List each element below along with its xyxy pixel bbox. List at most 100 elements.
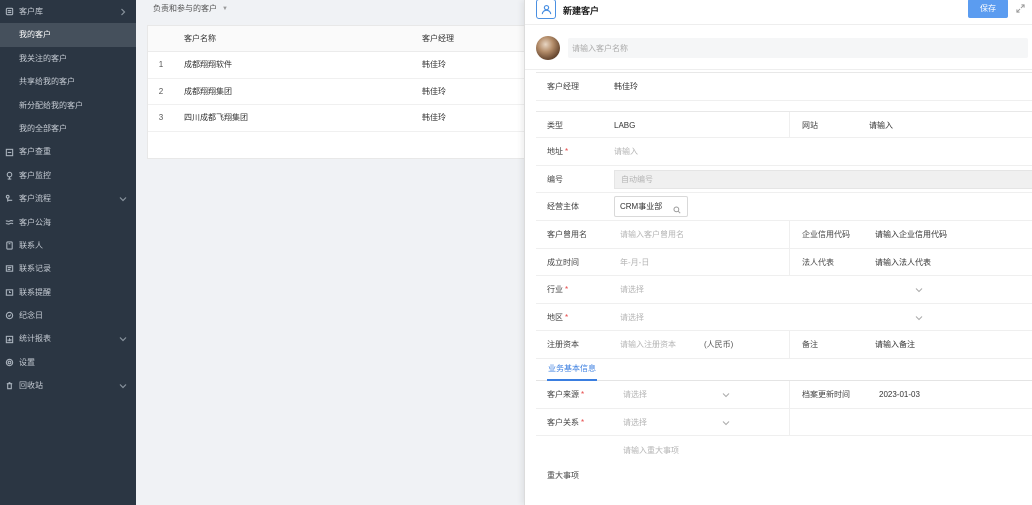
sidebar-item-sub-5[interactable]: 我的全部客户 bbox=[0, 117, 136, 140]
archive-time-value[interactable]: 2023-01-03 bbox=[879, 381, 920, 408]
divider bbox=[789, 380, 790, 408]
org-selector[interactable]: CRM事业部 bbox=[614, 196, 688, 218]
filter-label: 负责和参与的客户 bbox=[153, 4, 217, 13]
number-label: 编号 bbox=[547, 174, 563, 184]
sidebar-item-recycle-bin[interactable]: 回收站 bbox=[0, 374, 136, 397]
region-label-text: 地区 bbox=[547, 312, 563, 322]
chevron-right-icon[interactable] bbox=[118, 0, 128, 23]
table-row[interactable]: 1 成都翔翔软件 韩佳玲 bbox=[148, 52, 526, 79]
chevron-down-icon[interactable] bbox=[915, 314, 923, 320]
search-icon[interactable] bbox=[673, 202, 682, 214]
sidebar-item-sub-2[interactable]: 我关注的客户 bbox=[0, 47, 136, 70]
alias-input[interactable]: 请输入客户曾用名 bbox=[620, 221, 684, 248]
divider bbox=[789, 331, 790, 359]
record-icon bbox=[4, 264, 14, 274]
events-row: 重大事项 请输入重大事项 bbox=[536, 436, 1032, 505]
divider bbox=[789, 408, 790, 436]
section-tabs: 业务基本信息 bbox=[536, 358, 1032, 381]
avatar[interactable] bbox=[536, 36, 560, 60]
panel-title: 新建客户 bbox=[563, 6, 600, 16]
sidebar-item-label: 设置 bbox=[19, 357, 35, 367]
duplicate-check-icon bbox=[4, 147, 14, 157]
remark-input[interactable]: 请输入备注 bbox=[875, 331, 915, 358]
source-select[interactable]: 请选择 bbox=[623, 381, 647, 408]
required-mark: * bbox=[581, 417, 585, 427]
customer-name-cell[interactable]: 成都翔翔集团 bbox=[174, 86, 414, 97]
sidebar-item-workflow[interactable]: 客户流程 bbox=[0, 187, 136, 210]
legal-rep-input[interactable]: 请输入法人代表 bbox=[875, 249, 931, 276]
sidebar-item-reminder[interactable]: 联系提醒 bbox=[0, 281, 136, 304]
customer-name-cell[interactable]: 成都翔翔软件 bbox=[174, 59, 414, 70]
filter-dropdown[interactable]: 负责和参与的客户 ▼ bbox=[153, 3, 228, 14]
sidebar-item-public-pool[interactable]: 客户公海 bbox=[0, 211, 136, 234]
founded-date-input[interactable]: 年-月-日 bbox=[620, 249, 649, 276]
sidebar-item-label: 共享给我的客户 bbox=[19, 77, 75, 87]
sidebar-item-anniversary[interactable]: 纪念日 bbox=[0, 304, 136, 327]
region-select[interactable]: 请选择 bbox=[620, 304, 644, 331]
sidebar-item-contact[interactable]: 联系人 bbox=[0, 234, 136, 257]
table-header: 客户名称 客户经理 bbox=[148, 26, 526, 52]
required-mark: * bbox=[581, 389, 585, 399]
chevron-down-icon[interactable] bbox=[118, 187, 128, 210]
chevron-down-icon[interactable] bbox=[722, 419, 730, 425]
sidebar-item-sub-4[interactable]: 新分配给我的客户 bbox=[0, 94, 136, 117]
new-customer-panel: 新建客户 保存 客户经理 韩佳玲 类型 LABG 网站 请输入 地 bbox=[524, 0, 1032, 505]
sidebar-item-label: 我的客户 bbox=[19, 30, 51, 40]
table-row[interactable]: 3 四川成都飞翔集团 韩佳玲 bbox=[148, 105, 526, 132]
org-value: CRM事业部 bbox=[620, 202, 663, 212]
capital-unit: (人民币) bbox=[704, 340, 734, 350]
sidebar-item-report[interactable]: 统计报表 bbox=[0, 327, 136, 350]
sidebar-item-customer-library[interactable]: 客户库 bbox=[0, 0, 136, 23]
column-header-name[interactable]: 客户名称 bbox=[174, 33, 414, 44]
source-row: 客户来源 * 请选择 档案更新时间 2023-01-03 bbox=[536, 380, 1032, 409]
sidebar-item-settings[interactable]: 设置 bbox=[0, 351, 136, 374]
website-input[interactable]: 请输入 bbox=[869, 112, 893, 139]
public-pool-icon bbox=[4, 217, 14, 227]
tab-business-info[interactable]: 业务基本信息 bbox=[547, 359, 597, 381]
org-label: 经营主体 bbox=[547, 202, 579, 212]
source-label: 客户来源 * bbox=[547, 381, 584, 408]
type-value[interactable]: LABG bbox=[614, 112, 635, 139]
relation-select[interactable]: 请选择 bbox=[623, 409, 647, 436]
app-root: 客户库 我的客户 我关注的客户 共享给我的客户 新分配给我的客户 我的全部客户 客户查重 客户… bbox=[0, 0, 1032, 505]
table-row[interactable]: 2 成都翔翔集团 韩佳玲 bbox=[148, 79, 526, 105]
events-textarea[interactable]: 请输入重大事项 bbox=[623, 437, 679, 464]
expand-icon[interactable] bbox=[1016, 4, 1026, 14]
address-label: 地址 * bbox=[547, 138, 568, 165]
industry-select[interactable]: 请选择 bbox=[620, 276, 644, 303]
sidebar-item-label: 客户公海 bbox=[19, 217, 51, 227]
customer-name-cell[interactable]: 四川成都飞翔集团 bbox=[174, 112, 414, 123]
sidebar-item-monitor[interactable]: 客户监控 bbox=[0, 164, 136, 187]
region-row: 地区 * 请选择 bbox=[536, 303, 1032, 332]
chevron-down-icon[interactable] bbox=[722, 391, 730, 398]
industry-label-text: 行业 bbox=[547, 285, 563, 295]
credit-code-label: 企业信用代码 bbox=[802, 229, 850, 239]
chevron-down-icon[interactable] bbox=[118, 374, 128, 397]
divider bbox=[789, 111, 790, 139]
sidebar-item-duplicate-check[interactable]: 客户查重 bbox=[0, 140, 136, 163]
sidebar-item-label: 客户查重 bbox=[19, 147, 51, 157]
credit-code-input[interactable]: 请输入企业信用代码 bbox=[875, 221, 947, 248]
manager-value[interactable]: 韩佳玲 bbox=[614, 73, 638, 100]
capital-input[interactable]: 请输入注册资本 bbox=[620, 331, 676, 358]
anniversary-icon bbox=[4, 311, 14, 321]
sidebar-item-sub-1[interactable]: 我的客户 bbox=[0, 23, 136, 47]
column-header-manager[interactable]: 客户经理 bbox=[414, 33, 526, 44]
customer-table: 客户名称 客户经理 1 成都翔翔软件 韩佳玲 2 成都翔翔集团 韩佳玲 3 四川… bbox=[147, 25, 527, 159]
sidebar-item-label: 我关注的客户 bbox=[19, 53, 67, 63]
customer-name-input[interactable] bbox=[568, 38, 1028, 58]
chevron-down-icon[interactable] bbox=[915, 286, 923, 293]
relation-label: 客户关系 * bbox=[547, 409, 584, 436]
row-index: 3 bbox=[158, 113, 164, 123]
industry-row: 行业 * 请选择 bbox=[536, 276, 1032, 304]
customer-name-bar bbox=[525, 24, 1032, 70]
monitor-icon bbox=[4, 170, 14, 180]
industry-label: 行业 * bbox=[547, 276, 568, 303]
recycle-bin-icon bbox=[4, 381, 14, 391]
sidebar-item-record[interactable]: 联系记录 bbox=[0, 257, 136, 280]
save-button[interactable]: 保存 bbox=[968, 0, 1008, 18]
sidebar-item-sub-3[interactable]: 共享给我的客户 bbox=[0, 70, 136, 93]
address-input[interactable]: 请输入 bbox=[614, 138, 638, 165]
founded-row: 成立时间 年-月-日 法人代表 请输入法人代表 bbox=[536, 248, 1032, 277]
chevron-down-icon[interactable] bbox=[118, 327, 128, 350]
